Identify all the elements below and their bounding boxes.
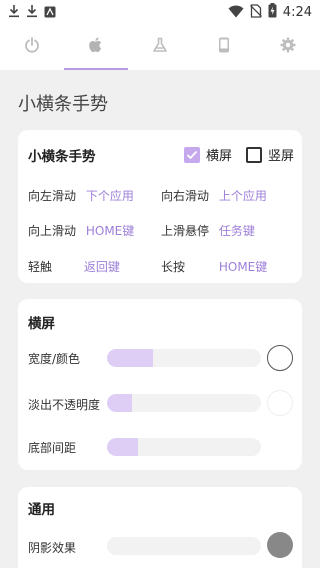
gesture-label: 向上滑动	[28, 224, 77, 238]
tab-device[interactable]	[192, 24, 256, 70]
general-card-title: 通用	[28, 502, 55, 518]
tab-lab[interactable]	[128, 24, 192, 70]
gesture-action: HOME键	[218, 260, 268, 274]
landscape-checkbox[interactable]: 横屏	[184, 145, 232, 164]
tab-bar	[0, 24, 320, 70]
shadow-slider[interactable]	[107, 537, 261, 555]
gesture-action: 返回键	[83, 260, 120, 274]
portrait-checkbox-label: 竖屏	[268, 149, 295, 164]
gesture-label: 长按	[161, 260, 186, 274]
gesture-item-tap[interactable]: 轻触 返回键	[28, 258, 120, 275]
color-swatch-button[interactable]	[267, 345, 293, 371]
gesture-action: 任务键	[218, 224, 255, 238]
fade-opacity-label: 淡出不透明度	[28, 398, 101, 412]
gesture-item-swipe-left[interactable]: 向左滑动 下个应用	[28, 187, 134, 204]
gear-icon	[280, 37, 296, 57]
landscape-checkbox-label: 横屏	[206, 149, 233, 164]
gesture-action: HOME键	[85, 224, 135, 238]
bottom-margin-label: 底部间距	[28, 441, 77, 455]
gesture-item-long-press[interactable]: 长按 HOME键	[161, 258, 267, 275]
gesture-label: 向左滑动	[28, 189, 77, 203]
page-title: 小横条手势	[18, 94, 108, 115]
gesture-action: 下个应用	[85, 189, 134, 203]
opacity-preview	[267, 390, 293, 416]
width-slider[interactable]	[107, 349, 261, 367]
apple-icon	[89, 37, 103, 57]
no-sim-icon	[249, 3, 262, 22]
gesture-card-title: 小横条手势	[28, 149, 96, 165]
phone-icon	[218, 37, 230, 57]
shadow-effect-label: 阴影效果	[28, 541, 77, 555]
checkbox-checked-icon	[184, 146, 200, 163]
battery-charging-icon	[268, 2, 277, 22]
bottom-margin-slider[interactable]	[107, 438, 261, 456]
gesture-item-swipe-right[interactable]: 向右滑动 上个应用	[161, 187, 267, 204]
general-card: 通用 阴影效果	[18, 487, 302, 568]
gesture-item-swipe-up-hold[interactable]: 上滑悬停 任务键	[161, 222, 255, 239]
checkbox-unchecked-icon	[246, 146, 262, 163]
download-icon	[8, 3, 20, 22]
slider-fill	[107, 349, 154, 367]
shadow-color-button[interactable]	[267, 532, 293, 558]
width-color-label: 宽度/颜色	[28, 352, 81, 366]
landscape-card-title: 横屏	[28, 316, 55, 332]
slider-fill	[107, 438, 138, 456]
tab-power[interactable]	[0, 24, 64, 70]
tab-gestures[interactable]	[64, 24, 128, 70]
gesture-item-swipe-up[interactable]: 向上滑动 HOME键	[28, 222, 134, 239]
tab-settings[interactable]	[256, 24, 320, 70]
fade-opacity-slider[interactable]	[107, 394, 261, 412]
app-notification-icon	[44, 3, 56, 22]
wifi-icon	[228, 3, 244, 22]
gesture-action: 上个应用	[218, 189, 267, 203]
download-icon	[26, 3, 38, 22]
status-bar: 4:24	[0, 0, 320, 24]
gesture-label: 向右滑动	[161, 189, 210, 203]
power-icon	[24, 37, 40, 57]
portrait-checkbox[interactable]: 竖屏	[246, 145, 294, 164]
landscape-card: 横屏 宽度/颜色 淡出不透明度 底部间距	[18, 299, 302, 470]
gesture-card: 小横条手势 横屏 竖屏 向左滑动 下个应用 向右滑动 上个应用 向上滑动 HOM…	[18, 130, 302, 283]
flask-icon	[152, 37, 168, 57]
gesture-label: 轻触	[28, 260, 53, 274]
clock: 4:24	[282, 4, 312, 20]
gesture-label: 上滑悬停	[161, 224, 210, 238]
slider-fill	[107, 394, 132, 412]
